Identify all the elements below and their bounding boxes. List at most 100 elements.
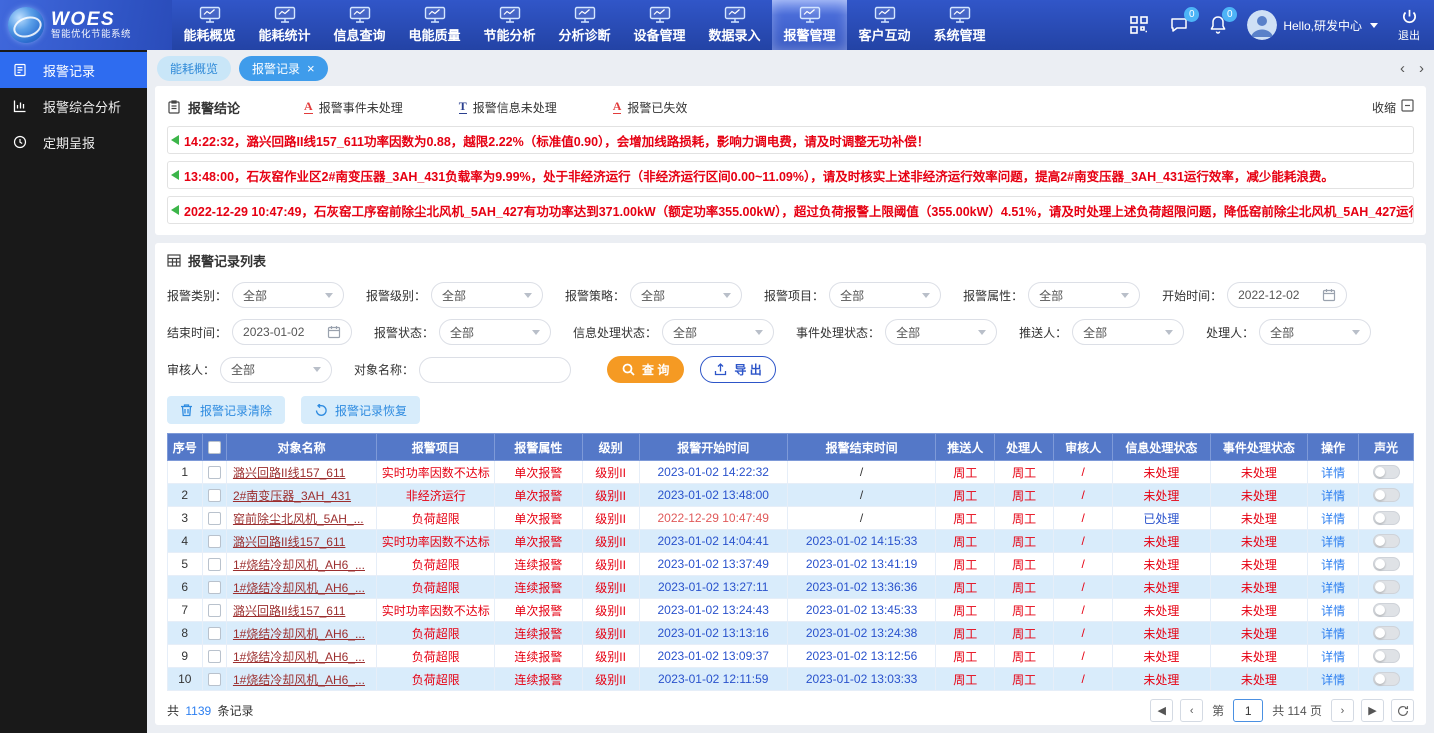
nav-item-customer-interaction[interactable]: 客户互动	[847, 0, 922, 50]
alarm-level-cell: 级别II	[582, 530, 639, 553]
qr-code-icon[interactable]	[1129, 15, 1149, 35]
nav-item-data-entry[interactable]: 数据录入	[697, 0, 772, 50]
refresh-button[interactable]	[1391, 699, 1414, 722]
export-button[interactable]: 导 出	[700, 356, 775, 383]
conclusion-tab-alarm-events-unhandled[interactable]: A报警事件未处理	[304, 99, 403, 116]
alarm-status-select[interactable]: 全部	[439, 319, 551, 345]
row-checkbox[interactable]	[208, 673, 221, 686]
detail-link[interactable]: 详情	[1321, 627, 1345, 641]
sound-light-toggle[interactable]	[1373, 511, 1400, 525]
object-name-link[interactable]: 窑前除尘北风机_5AH_...	[226, 507, 376, 530]
tab-scroll-left-icon[interactable]: ‹	[1400, 60, 1405, 77]
sidebar-item-periodic-report[interactable]: 定期呈报	[0, 124, 147, 160]
nav-item-energy-stats[interactable]: 能耗统计	[247, 0, 322, 50]
tab-close-icon[interactable]: ×	[307, 62, 315, 75]
object-name-link[interactable]: 1#烧结冷却风机_AH6_...	[226, 645, 376, 668]
pusher-select[interactable]: 全部	[1072, 319, 1184, 345]
nav-item-energy-overview[interactable]: 能耗概览	[172, 0, 247, 50]
sidebar-item-alarm-analysis[interactable]: 报警综合分析	[0, 88, 147, 124]
nav-item-system-management[interactable]: 系统管理	[922, 0, 997, 50]
user-menu[interactable]: Hello,研发中心	[1247, 10, 1378, 40]
sound-light-toggle[interactable]	[1373, 649, 1400, 663]
collapse-button[interactable]: 收缩	[1372, 99, 1414, 116]
alarm-project-select[interactable]: 全部	[829, 282, 941, 308]
nav-item-energy-saving-analysis[interactable]: 节能分析	[472, 0, 547, 50]
alarm-category-select[interactable]: 全部	[232, 282, 344, 308]
message-icon[interactable]: 0	[1169, 15, 1189, 35]
alarm-project-cell: 负荷超限	[377, 553, 495, 576]
restore-records-button[interactable]: 报警记录恢复	[301, 396, 420, 424]
sound-light-toggle[interactable]	[1373, 534, 1400, 548]
row-checkbox[interactable]	[208, 466, 221, 479]
tab-scroll-right-icon[interactable]: ›	[1419, 60, 1424, 77]
search-button[interactable]: 查 询	[607, 356, 684, 383]
row-checkbox[interactable]	[208, 489, 221, 502]
object-name-link[interactable]: 1#烧结冷却风机_AH6_...	[226, 668, 376, 691]
alarm-attribute-select[interactable]: 全部	[1028, 282, 1140, 308]
row-checkbox[interactable]	[208, 604, 221, 617]
detail-link[interactable]: 详情	[1321, 512, 1345, 526]
row-checkbox[interactable]	[208, 512, 221, 525]
sound-light-toggle[interactable]	[1373, 626, 1400, 640]
detail-link[interactable]: 详情	[1321, 650, 1345, 664]
clear-records-button[interactable]: 报警记录清除	[167, 396, 285, 424]
sound-light-toggle[interactable]	[1373, 557, 1400, 571]
sound-light-toggle[interactable]	[1373, 580, 1400, 594]
start-time-input[interactable]: 2022-12-02	[1227, 282, 1347, 308]
end-time-input[interactable]: 2023-01-02	[232, 319, 352, 345]
detail-link[interactable]: 详情	[1321, 489, 1345, 503]
select-all-checkbox[interactable]	[208, 441, 221, 454]
row-checkbox[interactable]	[208, 535, 221, 548]
prev-page-button[interactable]: ‹	[1180, 699, 1203, 722]
object-name-link[interactable]: 2#南变压器_3AH_431	[226, 484, 376, 507]
detail-link[interactable]: 详情	[1321, 466, 1345, 480]
object-name-link[interactable]: 1#烧结冷却风机_AH6_...	[226, 576, 376, 599]
sidebar-item-alarm-records[interactable]: 报警记录	[0, 52, 147, 88]
page-input[interactable]	[1233, 699, 1263, 722]
conclusion-tab-alarm-expired[interactable]: A报警已失效	[613, 99, 688, 116]
tab-alarm-records[interactable]: 报警记录×	[239, 56, 328, 81]
row-checkbox[interactable]	[208, 627, 221, 640]
detail-link[interactable]: 详情	[1321, 558, 1345, 572]
nav-item-info-query[interactable]: 信息查询	[322, 0, 397, 50]
last-page-button[interactable]: ▶	[1361, 699, 1384, 722]
logout-button[interactable]: 退出	[1398, 8, 1420, 41]
row-checkbox[interactable]	[208, 558, 221, 571]
nav-item-power-quality[interactable]: 电能质量	[397, 0, 472, 50]
object-name-link[interactable]: 潞兴回路II线157_611	[226, 599, 376, 622]
event-process-status-select[interactable]: 全部	[885, 319, 997, 345]
sound-light-toggle[interactable]	[1373, 465, 1400, 479]
nav-item-analysis-diagnosis[interactable]: 分析诊断	[547, 0, 622, 50]
sound-light-toggle[interactable]	[1373, 672, 1400, 686]
auditor-select[interactable]: 全部	[220, 357, 332, 383]
row-checkbox[interactable]	[208, 581, 221, 594]
detail-link[interactable]: 详情	[1321, 535, 1345, 549]
tab-energy-overview[interactable]: 能耗概览	[157, 56, 231, 81]
table-body: 1潞兴回路II线157_611实时功率因数不达标单次报警级别II2023-01-…	[168, 461, 1414, 691]
object-name-input[interactable]	[419, 357, 571, 383]
next-page-button[interactable]: ›	[1331, 699, 1354, 722]
power-icon	[1401, 8, 1418, 28]
col-auditor: 审核人	[1054, 434, 1113, 461]
letter-A-icon: A	[613, 100, 622, 114]
conclusion-tab-alarm-info-unhandled[interactable]: T报警信息未处理	[459, 99, 557, 116]
sound-light-toggle[interactable]	[1373, 603, 1400, 617]
object-name-link[interactable]: 潞兴回路II线157_611	[226, 461, 376, 484]
detail-link[interactable]: 详情	[1321, 581, 1345, 595]
detail-link[interactable]: 详情	[1321, 673, 1345, 687]
alarm-level-select[interactable]: 全部	[431, 282, 543, 308]
info-process-status-select[interactable]: 全部	[662, 319, 774, 345]
sound-light-toggle[interactable]	[1373, 488, 1400, 502]
alarm-strategy-select[interactable]: 全部	[630, 282, 742, 308]
bell-icon[interactable]: 0	[1209, 15, 1227, 35]
row-checkbox[interactable]	[208, 650, 221, 663]
object-name-link[interactable]: 1#烧结冷却风机_AH6_...	[226, 553, 376, 576]
nav-item-device-management[interactable]: 设备管理	[622, 0, 697, 50]
object-name-link[interactable]: 潞兴回路II线157_611	[226, 530, 376, 553]
first-page-button[interactable]: ◀	[1150, 699, 1173, 722]
filter-row-2: 结束时间：2023-01-02报警状态：全部信息处理状态：全部事件处理状态：全部…	[167, 319, 1414, 345]
nav-item-alarm-management[interactable]: 报警管理	[772, 0, 847, 50]
handler-select[interactable]: 全部	[1259, 319, 1371, 345]
object-name-link[interactable]: 1#烧结冷却风机_AH6_...	[226, 622, 376, 645]
detail-link[interactable]: 详情	[1321, 604, 1345, 618]
